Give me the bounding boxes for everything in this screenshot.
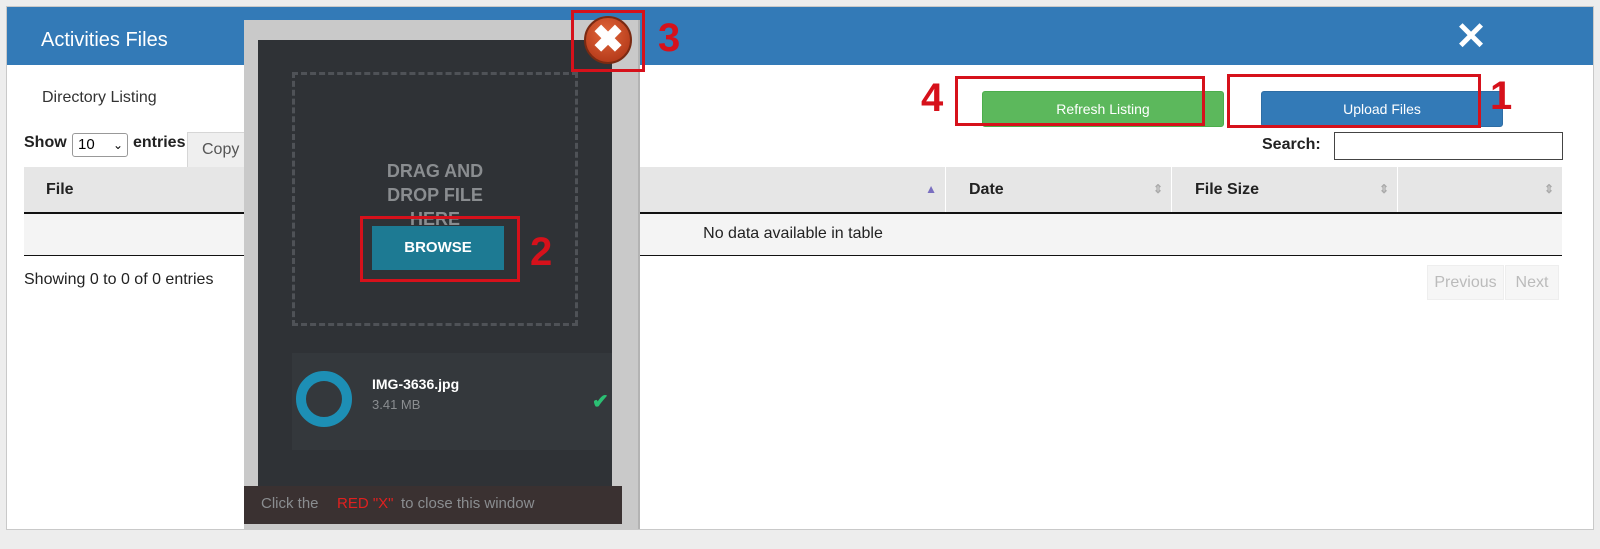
page-size-value: 10: [78, 136, 95, 153]
screen: Activities Files ✕ Directory Listing Ref…: [0, 0, 1600, 549]
directory-listing-tab[interactable]: Directory Listing: [42, 89, 157, 107]
callout-2: 2: [530, 230, 553, 274]
check-icon: ✔: [592, 391, 609, 413]
show-label: Show: [24, 134, 67, 151]
drop-zone[interactable]: DRAG AND DROP FILE HERE: [292, 72, 578, 326]
column-header-date[interactable]: Date ⇕: [947, 167, 1172, 212]
callout-4: 4: [921, 76, 944, 120]
close-instruction-suffix: to close this window: [401, 495, 535, 512]
highlight-browse: [360, 216, 520, 282]
previous-page-button[interactable]: Previous: [1427, 265, 1504, 300]
highlight-upload: [1227, 74, 1481, 128]
sort-icon: ⇕: [1543, 182, 1554, 196]
callout-3: 3: [658, 16, 681, 60]
entries-label: entries: [133, 134, 186, 151]
sort-icon: ⇕: [1152, 182, 1163, 196]
close-instruction-prefix: Click the: [261, 495, 319, 512]
next-page-button[interactable]: Next: [1505, 265, 1559, 300]
highlight-refresh: [955, 76, 1205, 126]
close-instruction-highlight: RED "X": [337, 495, 394, 512]
modal-title: Activities Files: [41, 29, 168, 51]
column-header-file-size[interactable]: File Size ⇕: [1173, 167, 1398, 212]
file-name: IMG-3636.jpg: [372, 376, 460, 392]
sort-asc-icon: ▲: [925, 182, 937, 196]
column-header-label: File: [46, 181, 74, 198]
chevron-down-icon: ⌄: [112, 138, 123, 152]
sort-icon: ⇕: [1378, 182, 1389, 196]
upload-progress-ring-icon: [296, 371, 352, 427]
page-size-select[interactable]: 10 ⌄: [72, 133, 128, 157]
column-header-label: File Size: [1195, 181, 1260, 198]
file-size: 3.41 MB: [372, 397, 421, 412]
column-header-actions[interactable]: ⇕: [1399, 167, 1562, 212]
uploaded-file-item: IMG-3636.jpg 3.41 MB ✔: [292, 353, 612, 450]
search-input[interactable]: [1334, 132, 1563, 160]
search-label: Search:: [1262, 136, 1321, 153]
column-header-label: Date: [969, 181, 1004, 198]
close-instruction: Click the RED "X" to close this window: [244, 486, 622, 524]
table-info: Showing 0 to 0 of 0 entries: [24, 271, 214, 288]
callout-1: 1: [1490, 74, 1513, 118]
close-icon[interactable]: ✕: [1453, 18, 1489, 56]
highlight-close: [571, 10, 645, 72]
